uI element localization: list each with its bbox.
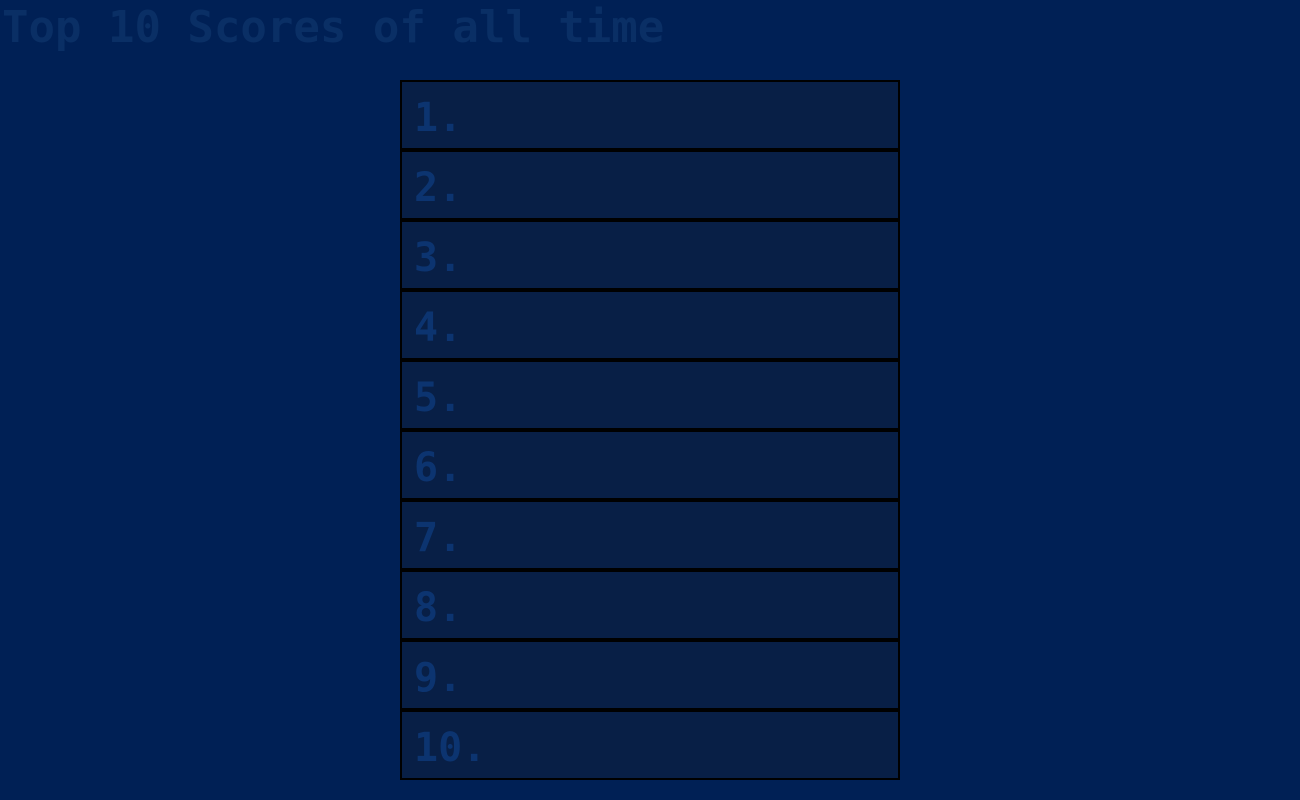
score-rank: 6. — [414, 445, 463, 491]
score-row-5: 5. — [400, 360, 900, 430]
score-rank: 5. — [414, 375, 463, 421]
score-rank: 9. — [414, 655, 463, 701]
score-rank: 2. — [414, 165, 463, 211]
score-row-6: 6. — [400, 430, 900, 500]
score-rank: 8. — [414, 585, 463, 631]
score-rank: 4. — [414, 305, 463, 351]
score-rank: 7. — [414, 515, 463, 561]
score-row-7: 7. — [400, 500, 900, 570]
score-row-4: 4. — [400, 290, 900, 360]
score-row-3: 3. — [400, 220, 900, 290]
score-row-9: 9. — [400, 640, 900, 710]
score-rank: 10. — [414, 725, 487, 771]
score-rank: 3. — [414, 235, 463, 281]
score-row-1: 1. — [400, 80, 900, 150]
page-title: Top 10 Scores of all time — [2, 2, 665, 53]
score-row-10: 10. — [400, 710, 900, 780]
score-row-8: 8. — [400, 570, 900, 640]
high-score-list: 1. 2. 3. 4. 5. 6. 7. 8. 9. 10. — [400, 80, 900, 780]
score-row-2: 2. — [400, 150, 900, 220]
score-rank: 1. — [414, 95, 463, 141]
